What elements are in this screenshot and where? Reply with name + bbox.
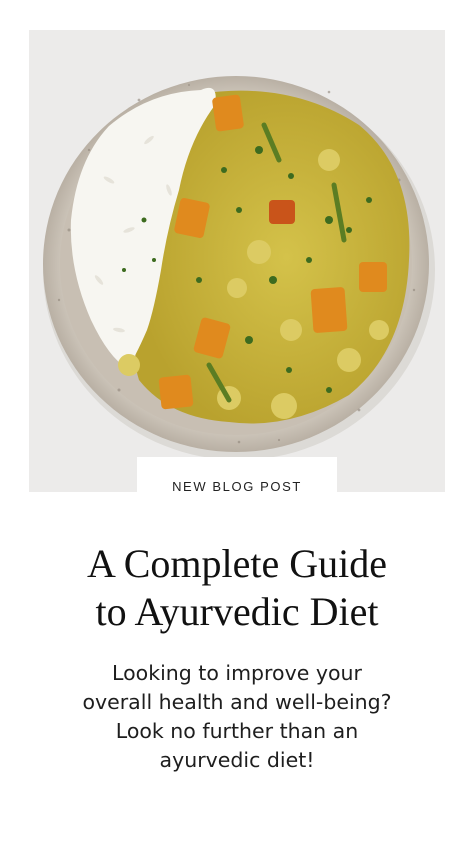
post-title: A Complete Guide to Ayurvedic Diet xyxy=(0,540,474,636)
hero-photo xyxy=(29,30,445,492)
post-subtitle-line-3: Look no further than an xyxy=(115,719,359,743)
post-subtitle-line-1: Looking to improve your xyxy=(112,661,362,685)
post-title-line-1: A Complete Guide xyxy=(87,541,387,586)
new-blog-post-badge: NEW BLOG POST xyxy=(137,457,337,513)
badge-label: NEW BLOG POST xyxy=(172,479,302,494)
post-subtitle-line-4: ayurvedic diet! xyxy=(159,748,315,772)
curry-bowl-image xyxy=(43,76,435,460)
post-subtitle-line-2: overall health and well-being? xyxy=(82,690,392,714)
post-subtitle: Looking to improve your overall health a… xyxy=(0,659,474,775)
post-title-line-2: to Ayurvedic Diet xyxy=(95,589,379,634)
